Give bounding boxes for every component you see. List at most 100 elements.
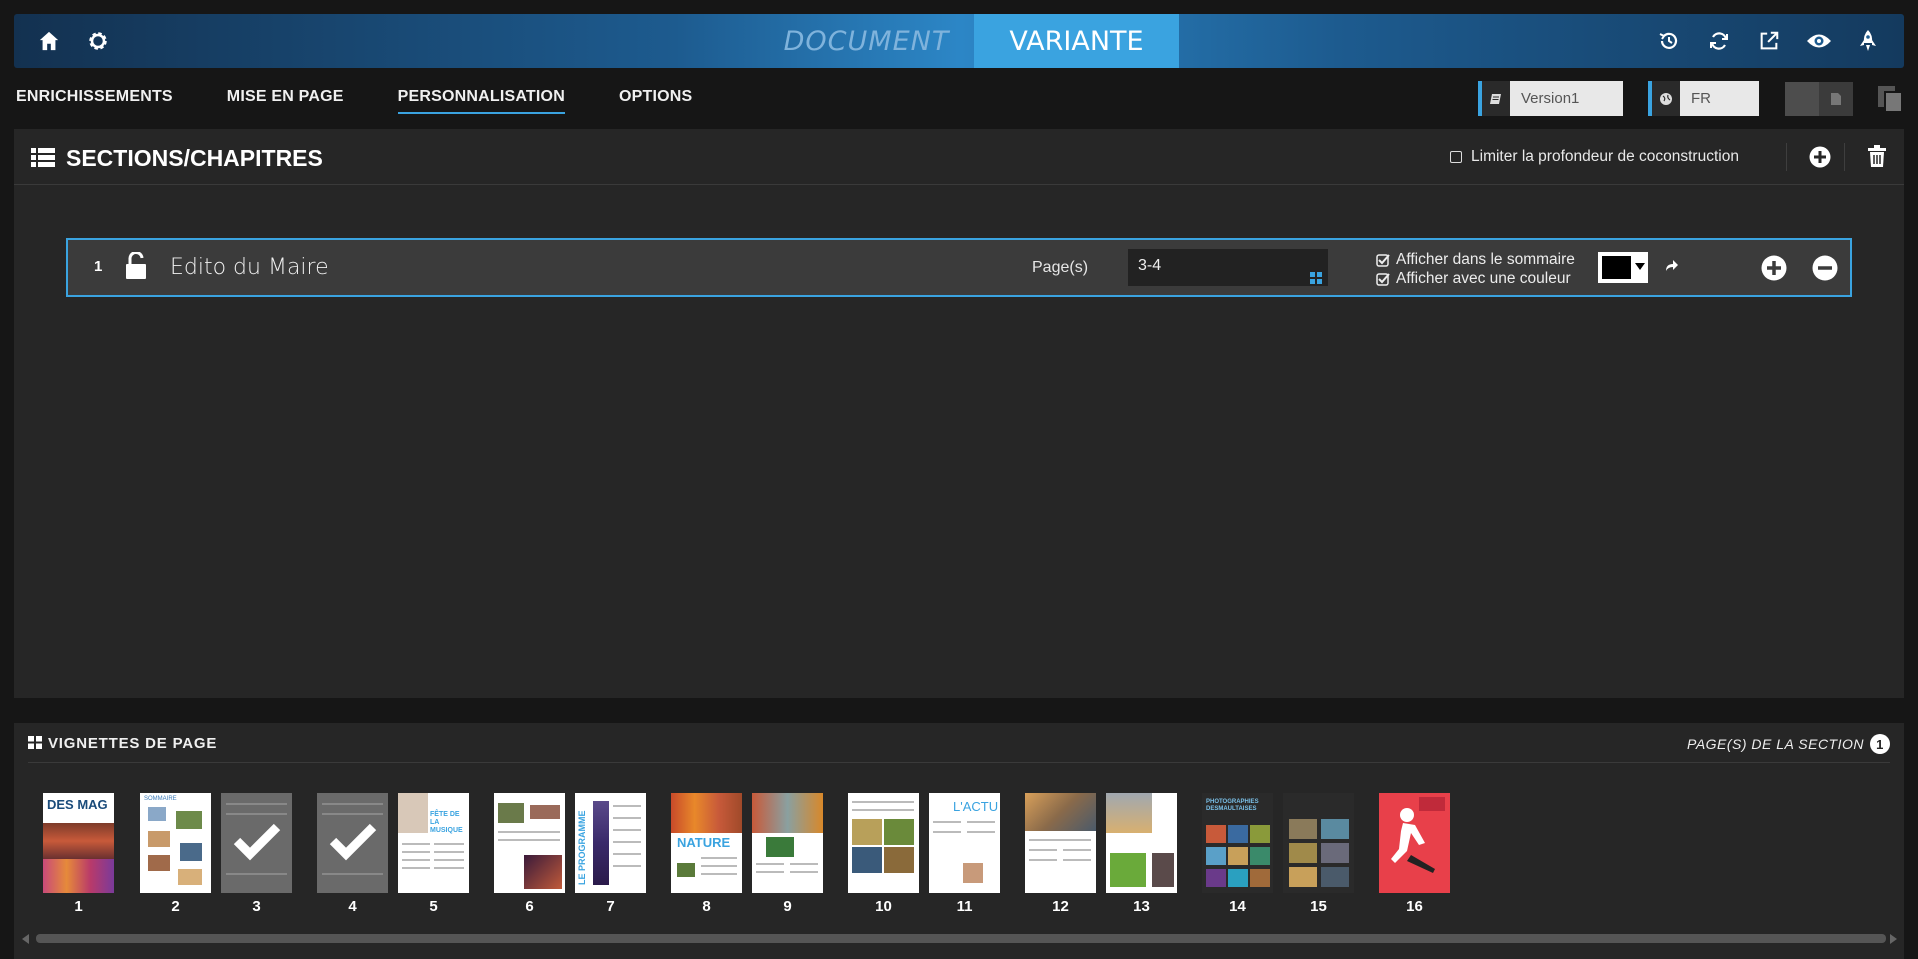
page-thumbnail-5[interactable]: FÊTE DE LA MUSIQUE [398,793,469,893]
language-value: FR [1680,81,1759,116]
photo [852,847,882,873]
cover-flowers [43,859,114,893]
share-arrow-icon[interactable] [1665,259,1679,277]
photo [148,807,166,821]
photo [1250,825,1270,843]
horizontal-scrollbar[interactable] [36,934,1886,943]
page-thumbnail-4[interactable] [317,793,388,893]
text-line [322,813,383,815]
checkbox-checked-icon[interactable] [1376,272,1390,286]
section-title[interactable]: Edito du Maire [170,255,329,280]
photo [148,855,170,871]
menu-item-personnalisation[interactable]: PERSONNALISATION [397,88,565,114]
photo [852,819,882,845]
page-number: 4 [348,898,357,915]
grid-icon [28,736,42,754]
page-thumbnail-15[interactable] [1283,793,1354,893]
remove-section-icon[interactable] [1812,255,1838,286]
page-thumbnail-7[interactable]: LE PROGRAMME [575,793,646,893]
home-icon[interactable] [35,27,63,55]
thumbnails-header: VIGNETTES DE PAGE PAGE(S) DE LA SECTION … [28,723,1890,763]
unlock-icon[interactable] [125,251,147,285]
page-icon[interactable] [1819,82,1853,116]
show-in-summary-option[interactable]: Afficher dans le sommaire [1376,250,1575,269]
version-select[interactable]: Version1 [1478,81,1623,116]
page-number: 9 [783,898,792,915]
tab-document[interactable]: DOCUMENT [759,14,974,68]
photo [677,863,695,877]
color-swatch [1602,256,1631,279]
page-number: 16 [1406,898,1423,915]
list-icon [31,148,55,172]
grid-picker-icon[interactable] [1310,271,1322,289]
photo [1321,819,1349,839]
page-thumbnail-10[interactable] [848,793,919,893]
color-picker[interactable] [1598,252,1648,283]
photo [1228,825,1248,843]
section-pages-count: 1 [1870,734,1890,754]
trash-icon[interactable] [1867,145,1887,172]
language-select[interactable]: FR [1648,81,1759,116]
photo [1250,869,1270,887]
pages-label: Page(s) [1032,259,1089,276]
chevron-down-icon [1635,263,1645,270]
page-thumbnail-2[interactable]: SOMMAIRE [140,793,211,893]
main-menu: ENRICHISSEMENTS MISE EN PAGE PERSONNALIS… [16,88,746,114]
page-thumbnail-8[interactable]: NATURE [671,793,742,893]
menu-item-enrichissements[interactable]: ENRICHISSEMENTS [16,88,173,114]
gear-icon[interactable] [84,27,112,55]
globe-icon [1648,81,1680,116]
photo [148,831,170,847]
add-section-icon[interactable] [1809,146,1831,173]
show-with-color-label: Afficher avec une couleur [1396,270,1571,287]
copy-pages-icon[interactable] [1876,84,1906,119]
limit-depth-option[interactable]: Limiter la profondeur de coconstruction [1450,148,1739,166]
page-thumbnail-6[interactable] [494,793,565,893]
external-link-icon[interactable] [1755,27,1783,55]
history-icon[interactable] [1655,27,1683,55]
refresh-icon[interactable] [1705,27,1733,55]
skateboarder-illustration [1391,808,1435,873]
text-line [226,803,287,805]
text-line [226,873,287,875]
tab-variante[interactable]: VARIANTE [974,14,1179,68]
sections-panel: SECTIONS/CHAPITRES Limiter la profondeur… [14,129,1904,698]
page-thumbnail-9[interactable] [752,793,823,893]
show-with-color-option[interactable]: Afficher avec une couleur [1376,269,1575,288]
limit-depth-checkbox[interactable] [1450,151,1462,163]
photo [1025,793,1096,831]
header-divider [1786,143,1787,171]
checkbox-checked-icon[interactable] [1376,253,1390,267]
menu-item-mise-en-page[interactable]: MISE EN PAGE [227,88,344,114]
page-number: 3 [252,898,261,915]
page-thumbnail-12[interactable] [1025,793,1096,893]
version-value: Version1 [1510,81,1623,116]
page-number: 8 [702,898,711,915]
text-line [226,813,287,815]
view-toggle-option-a[interactable] [1785,82,1819,116]
photo [1152,853,1174,887]
add-subsection-icon[interactable] [1761,255,1787,286]
pages-input[interactable]: 3-4 [1128,249,1328,286]
page-thumbnail-11[interactable]: L'ACTU [929,793,1000,893]
page-thumbnail-13[interactable] [1106,793,1177,893]
eye-icon[interactable] [1805,27,1833,55]
menu-item-options[interactable]: OPTIONS [619,88,692,114]
page-thumbnail-3[interactable] [221,793,292,893]
page-thumbnail-14[interactable]: PHOTOGRAPHIES DESMAULTAISES [1202,793,1273,893]
scroll-right-icon[interactable] [1890,934,1897,944]
checkmark-icon [329,823,377,861]
header-divider-2 [1844,143,1845,171]
page-thumbnail-16[interactable] [1379,793,1450,893]
photo [1321,867,1349,887]
rocket-icon[interactable] [1854,27,1882,55]
page-number: 13 [1133,898,1150,915]
section-row[interactable]: 1 Edito du Maire Page(s) 3-4 Afficher da… [66,238,1852,297]
scroll-left-icon[interactable] [22,934,29,944]
text-line [322,803,383,805]
page-thumbnail-1[interactable]: DES MAG [43,793,114,893]
view-toggle[interactable] [1785,82,1853,116]
page-number: 11 [956,898,973,915]
section-pages-label: PAGE(S) DE LA SECTION [1687,736,1864,752]
photo [1289,867,1317,887]
